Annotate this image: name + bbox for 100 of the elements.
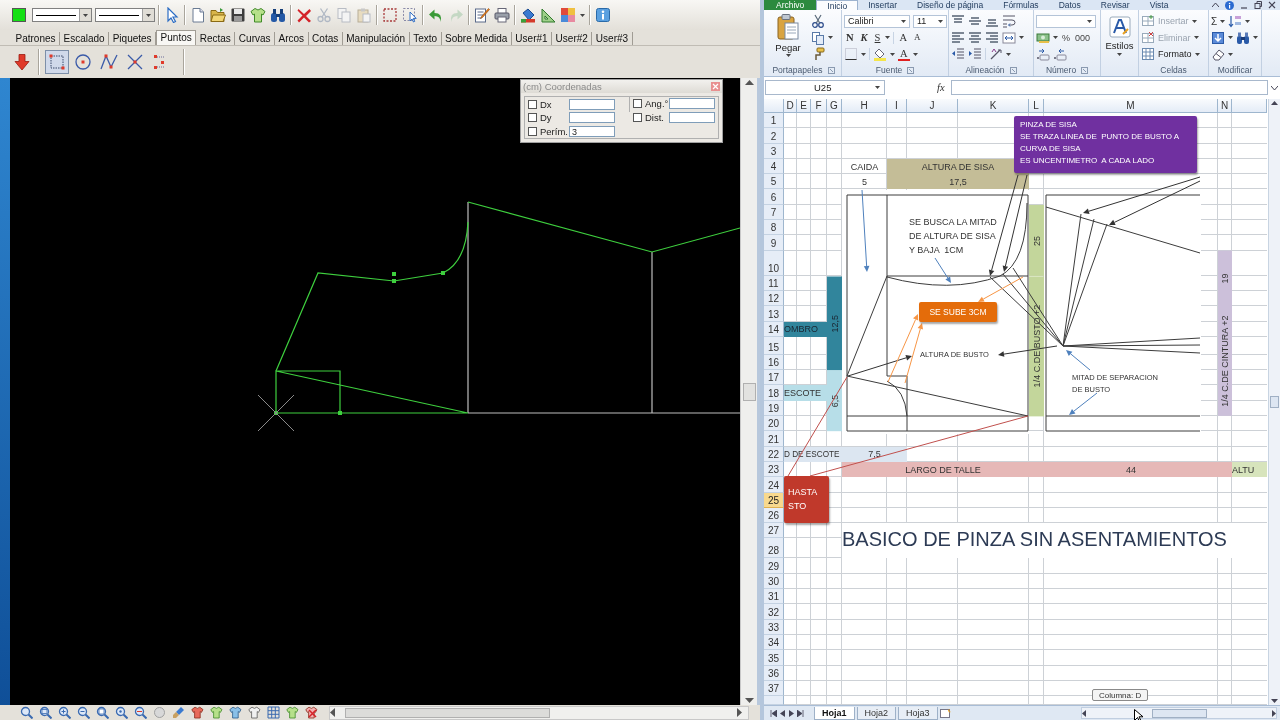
column-header[interactable]: D (784, 99, 797, 113)
font-color-button[interactable]: A (898, 47, 910, 61)
chevron-icon[interactable] (1212, 3, 1219, 7)
previous-sheet-icon[interactable] (779, 709, 786, 717)
restore-icon[interactable] (1254, 1, 1262, 9)
align-right-icon[interactable] (985, 30, 999, 45)
sheet-tab[interactable]: Hoja1 (814, 706, 855, 720)
underline-button[interactable]: S (872, 31, 883, 44)
binoculars-icon[interactable] (1236, 30, 1250, 45)
align-middle-icon[interactable] (968, 14, 982, 28)
wrap-text-icon[interactable] (1002, 14, 1016, 28)
last-sheet-icon[interactable] (797, 709, 804, 717)
styles-icon[interactable] (1108, 16, 1131, 38)
scrollbar[interactable] (1081, 707, 1277, 719)
row-header[interactable]: 20 (764, 416, 784, 432)
row-header[interactable]: 8 (764, 220, 784, 236)
scrollbar[interactable] (740, 78, 757, 705)
column-header[interactable]: J (907, 99, 958, 113)
ribbon-tab[interactable]: Vista (1139, 0, 1179, 10)
scroll-right-icon[interactable] (737, 708, 742, 717)
caret-icon[interactable] (890, 52, 895, 56)
input-field[interactable] (669, 98, 715, 109)
caret-icon[interactable] (1087, 19, 1092, 23)
paste-button[interactable]: Pegar (768, 13, 808, 64)
shirt-icon[interactable] (229, 706, 242, 719)
percent-button[interactable]: % (1061, 32, 1071, 43)
row-header[interactable]: 28 (764, 538, 784, 559)
font-size-dropdown[interactable]: 11 (913, 14, 947, 28)
scroll-up-icon[interactable] (744, 80, 754, 85)
caret-icon[interactable] (1117, 53, 1122, 56)
merge-cells-icon[interactable] (1002, 30, 1016, 45)
scroll-left-icon[interactable] (330, 708, 335, 717)
align-center-icon[interactable] (968, 30, 982, 45)
sheet-tab[interactable]: Hoja2 (856, 706, 897, 720)
shrink-font-button[interactable]: A (912, 31, 923, 44)
dashed-selection-icon[interactable] (402, 7, 418, 23)
fill-down-icon[interactable] (1211, 30, 1225, 45)
shirt-icon[interactable] (250, 7, 266, 23)
dialog-launcher-icon[interactable] (827, 66, 835, 74)
row-header[interactable]: 29 (764, 558, 784, 574)
bold-button[interactable]: N (844, 31, 856, 44)
insert-function-button[interactable]: fx (937, 82, 945, 93)
zoom-icon[interactable] (115, 706, 128, 719)
shirt-icon[interactable] (305, 706, 318, 719)
fill-color-icon[interactable] (873, 47, 887, 61)
dialog-launcher-icon[interactable] (1081, 66, 1089, 74)
scrollbar[interactable] (1268, 99, 1280, 705)
row-header[interactable]: 21 (764, 431, 784, 447)
caret-icon[interactable] (901, 19, 906, 23)
scrollbar-thumb[interactable] (1151, 708, 1207, 718)
increase-indent-icon[interactable] (968, 47, 982, 61)
caret-icon[interactable] (1194, 52, 1200, 56)
decrease-indent-icon[interactable] (951, 47, 965, 61)
info-icon[interactable] (1225, 0, 1234, 10)
column-header[interactable]: K (958, 99, 1029, 113)
scrollbar-thumb[interactable] (345, 707, 550, 718)
checkbox[interactable] (528, 126, 537, 136)
zoom-in-icon[interactable] (58, 706, 71, 719)
down-arrow-icon[interactable] (14, 53, 30, 71)
zoom-icon[interactable] (134, 706, 147, 719)
italic-button[interactable]: K (858, 31, 870, 44)
sheet-tab[interactable]: Hoja3 (898, 706, 938, 720)
copy-icon[interactable] (811, 30, 825, 45)
zoom-icon[interactable] (39, 706, 52, 719)
expand-icon[interactable] (1270, 85, 1278, 90)
font-name-dropdown[interactable]: Calibri (844, 14, 910, 28)
caret-icon[interactable] (1253, 36, 1258, 39)
row-header[interactable]: 18 (764, 385, 784, 401)
checkbox[interactable] (633, 99, 642, 108)
checkbox[interactable] (528, 113, 537, 123)
delete-icon[interactable] (296, 7, 312, 23)
caret-icon[interactable] (938, 19, 943, 23)
column-header[interactable]: L (1029, 99, 1044, 113)
pointer-icon[interactable] (164, 7, 180, 23)
caret-icon[interactable] (875, 86, 880, 89)
caret-icon[interactable] (1220, 19, 1226, 23)
increase-decimal-icon[interactable] (1036, 47, 1050, 61)
color-swatch-icon[interactable] (12, 8, 26, 22)
row-header[interactable]: 32 (764, 604, 784, 620)
caret-icon[interactable] (785, 54, 791, 57)
ribbon-tab[interactable]: Insertar (858, 0, 907, 10)
row-header[interactable]: 1 (764, 113, 784, 129)
zoom-icon[interactable] (20, 706, 33, 719)
input-field[interactable] (569, 99, 615, 111)
column-header[interactable]: M (1044, 99, 1218, 113)
ribbon-tab[interactable]: Fórmulas (993, 0, 1049, 10)
input-field[interactable] (669, 112, 715, 123)
zoom-out-icon[interactable] (77, 706, 90, 719)
row-header[interactable]: 31 (764, 589, 784, 605)
row-header[interactable]: 2 (764, 128, 784, 144)
decrease-decimal-icon[interactable] (1053, 47, 1067, 61)
scroll-down-icon[interactable] (744, 698, 754, 703)
shirt-icon[interactable] (286, 706, 299, 719)
input-field[interactable]: 3 (569, 125, 615, 137)
pencil-icon[interactable] (172, 706, 185, 719)
caret-icon[interactable] (861, 52, 866, 56)
notepad-pencil-icon[interactable] (474, 7, 490, 23)
grow-font-button[interactable]: A (897, 31, 910, 44)
caret-icon[interactable] (912, 52, 918, 56)
caret-icon[interactable] (146, 13, 151, 17)
